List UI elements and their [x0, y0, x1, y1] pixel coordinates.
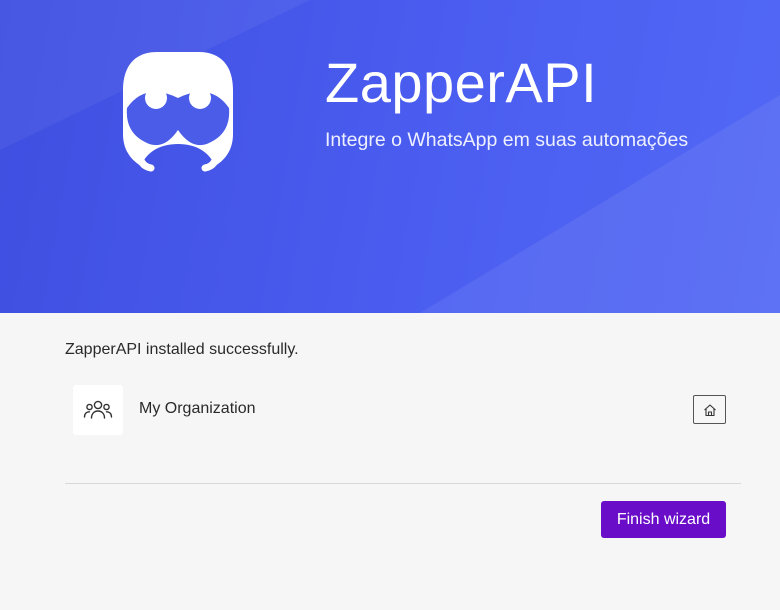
- organization-name: My Organization: [139, 400, 256, 417]
- organization-avatar: [73, 385, 123, 435]
- home-icon: [703, 403, 716, 416]
- go-home-button[interactable]: [693, 395, 726, 424]
- wizard-content: ZapperAPI installed successfully. My Org…: [0, 313, 780, 610]
- hero-banner: ZapperAPI Integre o WhatsApp em suas aut…: [0, 0, 780, 313]
- hero-background-sheen: [0, 0, 780, 313]
- robot-face-icon: [123, 52, 233, 172]
- finish-wizard-button[interactable]: Finish wizard: [601, 501, 726, 538]
- divider: [65, 483, 741, 484]
- brand-title: ZapperAPI: [325, 51, 598, 114]
- organization-row: My Organization: [73, 385, 726, 435]
- people-group-icon: [83, 400, 113, 419]
- brand-tagline: Integre o WhatsApp em suas automações: [325, 129, 689, 151]
- install-success-message: ZapperAPI installed successfully.: [65, 341, 299, 358]
